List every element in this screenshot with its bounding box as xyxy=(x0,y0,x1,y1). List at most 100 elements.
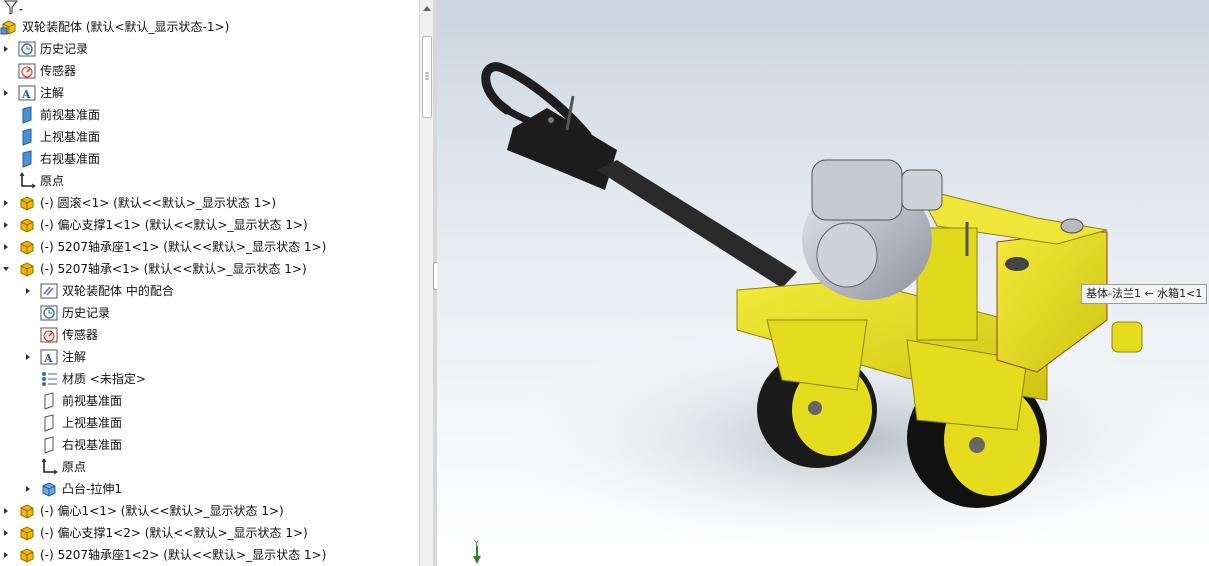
expand-arrow-icon[interactable] xyxy=(22,346,34,368)
part-icon xyxy=(18,502,36,520)
tree-item[interactable]: 右视基准面 xyxy=(22,434,122,456)
expand-arrow-icon[interactable] xyxy=(0,236,12,258)
annotation-icon: A xyxy=(40,348,58,366)
part-icon xyxy=(18,238,36,256)
sensor-icon xyxy=(40,326,58,344)
tree-item-label: (-) 5207轴承座1<1> (默认<<默认>_显示状态 1>) xyxy=(40,240,327,254)
expand-arrow-icon[interactable] xyxy=(0,192,12,214)
tree-item-label: 上视基准面 xyxy=(62,416,123,430)
tree-item[interactable]: 双轮装配体 中的配合 xyxy=(22,280,174,302)
tree-scrollbar[interactable] xyxy=(419,0,434,566)
part-icon xyxy=(18,260,36,278)
expand-arrow-icon[interactable] xyxy=(0,38,12,60)
tree-item[interactable]: A 注解 xyxy=(22,346,86,368)
part-icon xyxy=(18,194,36,212)
tree-item-label: (-) 圆滚<1> (默认<<默认>_显示状态 1>) xyxy=(40,196,277,210)
plane-icon xyxy=(18,150,36,168)
history-icon xyxy=(40,304,58,322)
history-icon xyxy=(18,40,36,58)
tree-item-label: 前视基准面 xyxy=(62,394,123,408)
tree-item[interactable]: 传感器 xyxy=(0,60,76,82)
view-triad-icon xyxy=(473,556,481,564)
extrude-icon xyxy=(40,480,58,498)
tree-item-label: (-) 5207轴承<1> (默认<<默认>_显示状态 1>) xyxy=(40,262,307,276)
annotation-icon: A xyxy=(18,84,36,102)
sensor-icon xyxy=(18,62,36,80)
tree-item-label: 历史记录 xyxy=(62,306,111,320)
feature-tree-panel: 双轮装配体 (默认<默认_显示状态-1>) 历史记录 传感器 A 注解 前视基准面 上视基准… xyxy=(0,0,419,566)
tree-item[interactable]: (-) 偏心1<1> (默认<<默认>_显示状态 1>) xyxy=(0,500,284,522)
svg-text:A: A xyxy=(43,352,53,365)
tree-item[interactable]: (-) 圆滚<1> (默认<<默认>_显示状态 1>) xyxy=(0,192,276,214)
tree-item[interactable]: A 注解 xyxy=(0,82,64,104)
hover-tooltip: 基体-法兰1 ← 水箱1<1 xyxy=(1081,284,1208,304)
scroll-up-arrow-icon[interactable] xyxy=(422,3,432,13)
tree-item[interactable]: 历史记录 xyxy=(0,38,88,60)
tree-item-label: (-) 偏心支撑1<2> (默认<<默认>_显示状态 1>) xyxy=(40,526,308,540)
origin-icon xyxy=(40,458,58,476)
tree-item[interactable]: (-) 5207轴承座1<2> (默认<<默认>_显示状态 1>) xyxy=(0,544,326,566)
tree-item[interactable]: 前视基准面 xyxy=(22,390,122,412)
assembly-icon xyxy=(0,18,18,36)
tree-item[interactable]: 历史记录 xyxy=(22,302,110,324)
tree-item[interactable]: 双轮装配体 (默认<默认_显示状态-1>) xyxy=(0,16,229,38)
roller-model-3d[interactable]: Y xyxy=(437,0,1209,566)
tree-item-label: 右视基准面 xyxy=(40,152,101,166)
expand-arrow-icon[interactable] xyxy=(0,522,12,544)
tree-item-label: 双轮装配体 (默认<默认_显示状态-1>) xyxy=(22,20,230,34)
tree-item[interactable]: 右视基准面 xyxy=(0,148,100,170)
scrollbar-thumb[interactable] xyxy=(422,36,432,118)
material-icon xyxy=(40,370,58,388)
tree-item-label: 注解 xyxy=(62,350,87,364)
tree-item-label: 历史记录 xyxy=(40,42,89,56)
expand-arrow-icon[interactable] xyxy=(0,214,12,236)
tree-item[interactable]: 材质 <未指定> xyxy=(22,368,146,390)
triad-y-label: Y xyxy=(473,539,479,548)
expand-arrow-icon[interactable] xyxy=(0,544,12,566)
tree-item-label: 凸台-拉伸1 xyxy=(62,482,122,496)
tree-item[interactable]: 传感器 xyxy=(22,324,98,346)
tree-item-label: 上视基准面 xyxy=(40,130,101,144)
tree-item[interactable]: (-) 偏心支撑1<1> (默认<<默认>_显示状态 1>) xyxy=(0,214,308,236)
tree-item[interactable]: 上视基准面 xyxy=(0,126,100,148)
plane-outline-icon xyxy=(40,436,58,454)
filter-bar xyxy=(0,0,419,16)
tree-item-label: (-) 5207轴承座1<2> (默认<<默认>_显示状态 1>) xyxy=(40,548,327,562)
tree-item[interactable]: 前视基准面 xyxy=(0,104,100,126)
tree-item[interactable]: (-) 5207轴承<1> (默认<<默认>_显示状态 1>) xyxy=(0,258,307,280)
expand-arrow-icon[interactable] xyxy=(22,280,34,302)
tree-item-label: 原点 xyxy=(40,174,65,188)
collapse-arrow-icon[interactable] xyxy=(0,258,12,280)
origin-icon xyxy=(18,172,36,190)
tree-item[interactable]: (-) 偏心支撑1<2> (默认<<默认>_显示状态 1>) xyxy=(0,522,308,544)
expand-arrow-icon[interactable] xyxy=(22,478,34,500)
plane-icon xyxy=(18,106,36,124)
plane-outline-icon xyxy=(40,392,58,410)
graphics-viewport[interactable]: Y 基体-法兰1 ← 水箱1<1 xyxy=(437,0,1209,566)
tree-item-label: (-) 偏心1<1> (默认<<默认>_显示状态 1>) xyxy=(40,504,284,518)
tree-item[interactable]: (-) 5207轴承座1<1> (默认<<默认>_显示状态 1>) xyxy=(0,236,326,258)
expand-arrow-icon[interactable] xyxy=(0,500,12,522)
tree-item-label: 原点 xyxy=(62,460,87,474)
filter-icon[interactable] xyxy=(3,0,25,16)
tree-item[interactable]: 原点 xyxy=(22,456,86,478)
tree-item[interactable]: 凸台-拉伸1 xyxy=(22,478,122,500)
tree-item-label: 传感器 xyxy=(40,64,77,78)
plane-icon xyxy=(18,128,36,146)
tree-item[interactable]: 原点 xyxy=(0,170,64,192)
tree-item-label: 右视基准面 xyxy=(62,438,123,452)
part-icon xyxy=(18,524,36,542)
expand-arrow-icon[interactable] xyxy=(0,82,12,104)
tree-item-label: 双轮装配体 中的配合 xyxy=(62,284,174,298)
tree-item[interactable]: 上视基准面 xyxy=(22,412,122,434)
